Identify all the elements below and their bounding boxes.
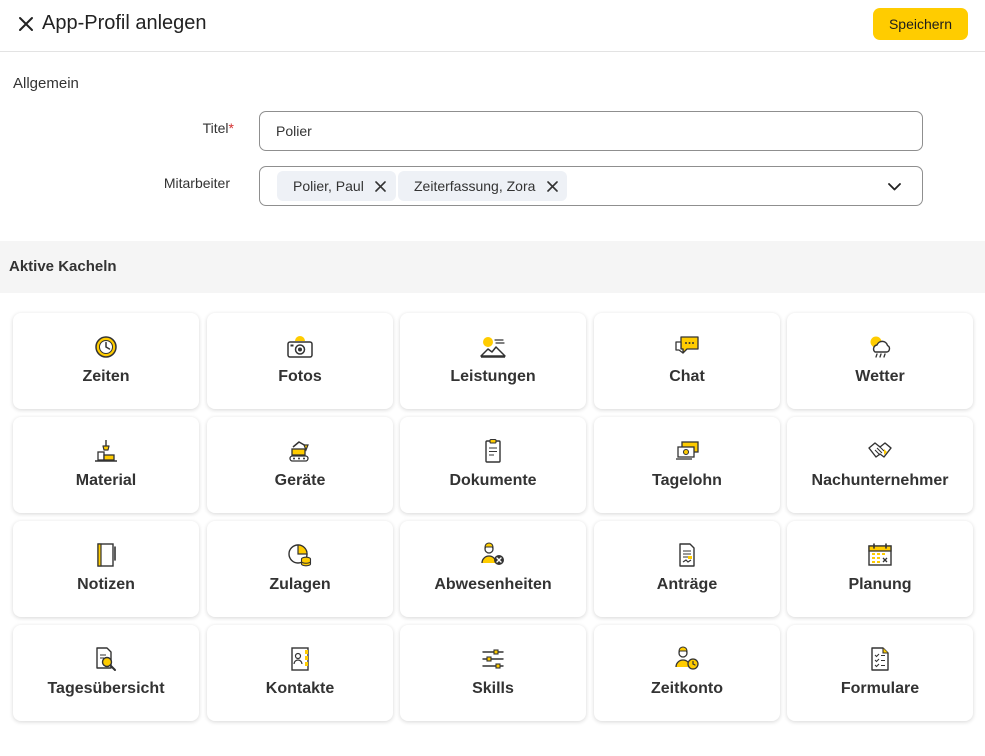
tile-label: Planung bbox=[848, 576, 912, 593]
top-bar: App-Profil anlegen Speichern bbox=[0, 0, 985, 52]
tile-geraete[interactable]: Geräte bbox=[207, 417, 393, 513]
camera-icon bbox=[285, 334, 315, 360]
checklist-form-icon bbox=[865, 646, 895, 672]
section-heading-active-tiles: Aktive Kacheln bbox=[9, 258, 117, 275]
sliders-icon bbox=[478, 646, 508, 672]
tile-notizen[interactable]: Notizen bbox=[13, 521, 199, 617]
tile-material[interactable]: Material bbox=[13, 417, 199, 513]
chat-bubbles-icon bbox=[672, 334, 702, 360]
person-absent-icon bbox=[478, 542, 508, 568]
tile-label: Kontakte bbox=[265, 680, 335, 697]
tile-tagelohn[interactable]: Tagelohn bbox=[594, 417, 780, 513]
tile-wetter[interactable]: Wetter bbox=[787, 313, 973, 409]
document-search-icon bbox=[91, 646, 121, 672]
tile-chat[interactable]: Chat bbox=[594, 313, 780, 409]
tile-label: Zeiten bbox=[82, 368, 130, 385]
title-label: Titel* bbox=[202, 120, 234, 136]
tile-label: Notizen bbox=[77, 576, 135, 593]
tile-leistungen[interactable]: Leistungen bbox=[400, 313, 586, 409]
tile-label: Zulagen bbox=[269, 576, 331, 593]
material-stack-icon bbox=[91, 438, 121, 464]
tile-skills[interactable]: Skills bbox=[400, 625, 586, 721]
tile-zeiten[interactable]: Zeiten bbox=[13, 313, 199, 409]
tile-label: Zeitkonto bbox=[651, 680, 723, 697]
tile-label: Tagesübersicht bbox=[47, 680, 165, 697]
tile-label: Geräte bbox=[274, 472, 326, 489]
tile-label: Leistungen bbox=[450, 368, 536, 385]
employee-chip-label: Zeiterfassung, Zora bbox=[414, 178, 536, 194]
tile-label: Anträge bbox=[656, 576, 718, 593]
request-form-icon bbox=[672, 542, 702, 568]
excavator-icon bbox=[285, 438, 315, 464]
title-input[interactable] bbox=[259, 111, 923, 151]
page-title: App-Profil anlegen bbox=[42, 12, 207, 34]
tile-label: Nachunternehmer bbox=[811, 472, 949, 489]
tile-formulare[interactable]: Formulare bbox=[787, 625, 973, 721]
chip-remove-icon[interactable] bbox=[374, 179, 388, 193]
handshake-icon bbox=[865, 438, 895, 464]
tile-zulagen[interactable]: Zulagen bbox=[207, 521, 393, 617]
tile-dokumente[interactable]: Dokumente bbox=[400, 417, 586, 513]
notebook-icon bbox=[91, 542, 121, 568]
tile-abwesenheiten[interactable]: Abwesenheiten bbox=[400, 521, 586, 617]
chevron-down-icon[interactable] bbox=[886, 179, 902, 195]
document-clipboard-icon bbox=[478, 438, 508, 464]
save-button[interactable]: Speichern bbox=[873, 8, 968, 40]
employee-chip: Zeiterfassung, Zora bbox=[398, 171, 568, 201]
tile-label: Fotos bbox=[278, 368, 322, 385]
tile-label: Wetter bbox=[855, 368, 905, 385]
person-clock-icon bbox=[672, 646, 702, 672]
tile-label: Formulare bbox=[840, 680, 920, 697]
pie-coins-icon bbox=[285, 542, 315, 568]
tile-kontakte[interactable]: Kontakte bbox=[207, 625, 393, 721]
required-mark: * bbox=[228, 120, 234, 136]
calendar-icon bbox=[865, 542, 895, 568]
tile-label: Dokumente bbox=[449, 472, 537, 489]
tile-tagesuebersicht[interactable]: Tagesübersicht bbox=[13, 625, 199, 721]
tile-label: Material bbox=[75, 472, 137, 489]
employee-chip: Polier, Paul bbox=[277, 171, 396, 201]
tile-zeitkonto[interactable]: Zeitkonto bbox=[594, 625, 780, 721]
clock-icon bbox=[91, 334, 121, 360]
section-band-active-tiles: Aktive Kacheln bbox=[0, 241, 985, 293]
tile-label: Skills bbox=[472, 680, 514, 697]
employees-label: Mitarbeiter bbox=[163, 175, 230, 191]
contacts-book-icon bbox=[285, 646, 315, 672]
tile-antraege[interactable]: Anträge bbox=[594, 521, 780, 617]
chip-remove-icon[interactable] bbox=[545, 179, 559, 193]
tile-label: Chat bbox=[669, 368, 705, 385]
tile-label: Abwesenheiten bbox=[434, 576, 552, 593]
tile-nachunternehmer[interactable]: Nachunternehmer bbox=[787, 417, 973, 513]
tile-label: Tagelohn bbox=[652, 472, 722, 489]
employee-chip-label: Polier, Paul bbox=[293, 178, 364, 194]
weather-cloud-icon bbox=[865, 334, 895, 360]
section-heading-general: Allgemein bbox=[13, 75, 79, 92]
tile-fotos[interactable]: Fotos bbox=[207, 313, 393, 409]
close-icon[interactable] bbox=[15, 13, 37, 35]
employees-multiselect[interactable]: Polier, Paul Zeiterfassung, Zora bbox=[259, 166, 923, 206]
tile-planung[interactable]: Planung bbox=[787, 521, 973, 617]
money-bills-icon bbox=[672, 438, 702, 464]
landscape-sun-icon bbox=[478, 334, 508, 360]
